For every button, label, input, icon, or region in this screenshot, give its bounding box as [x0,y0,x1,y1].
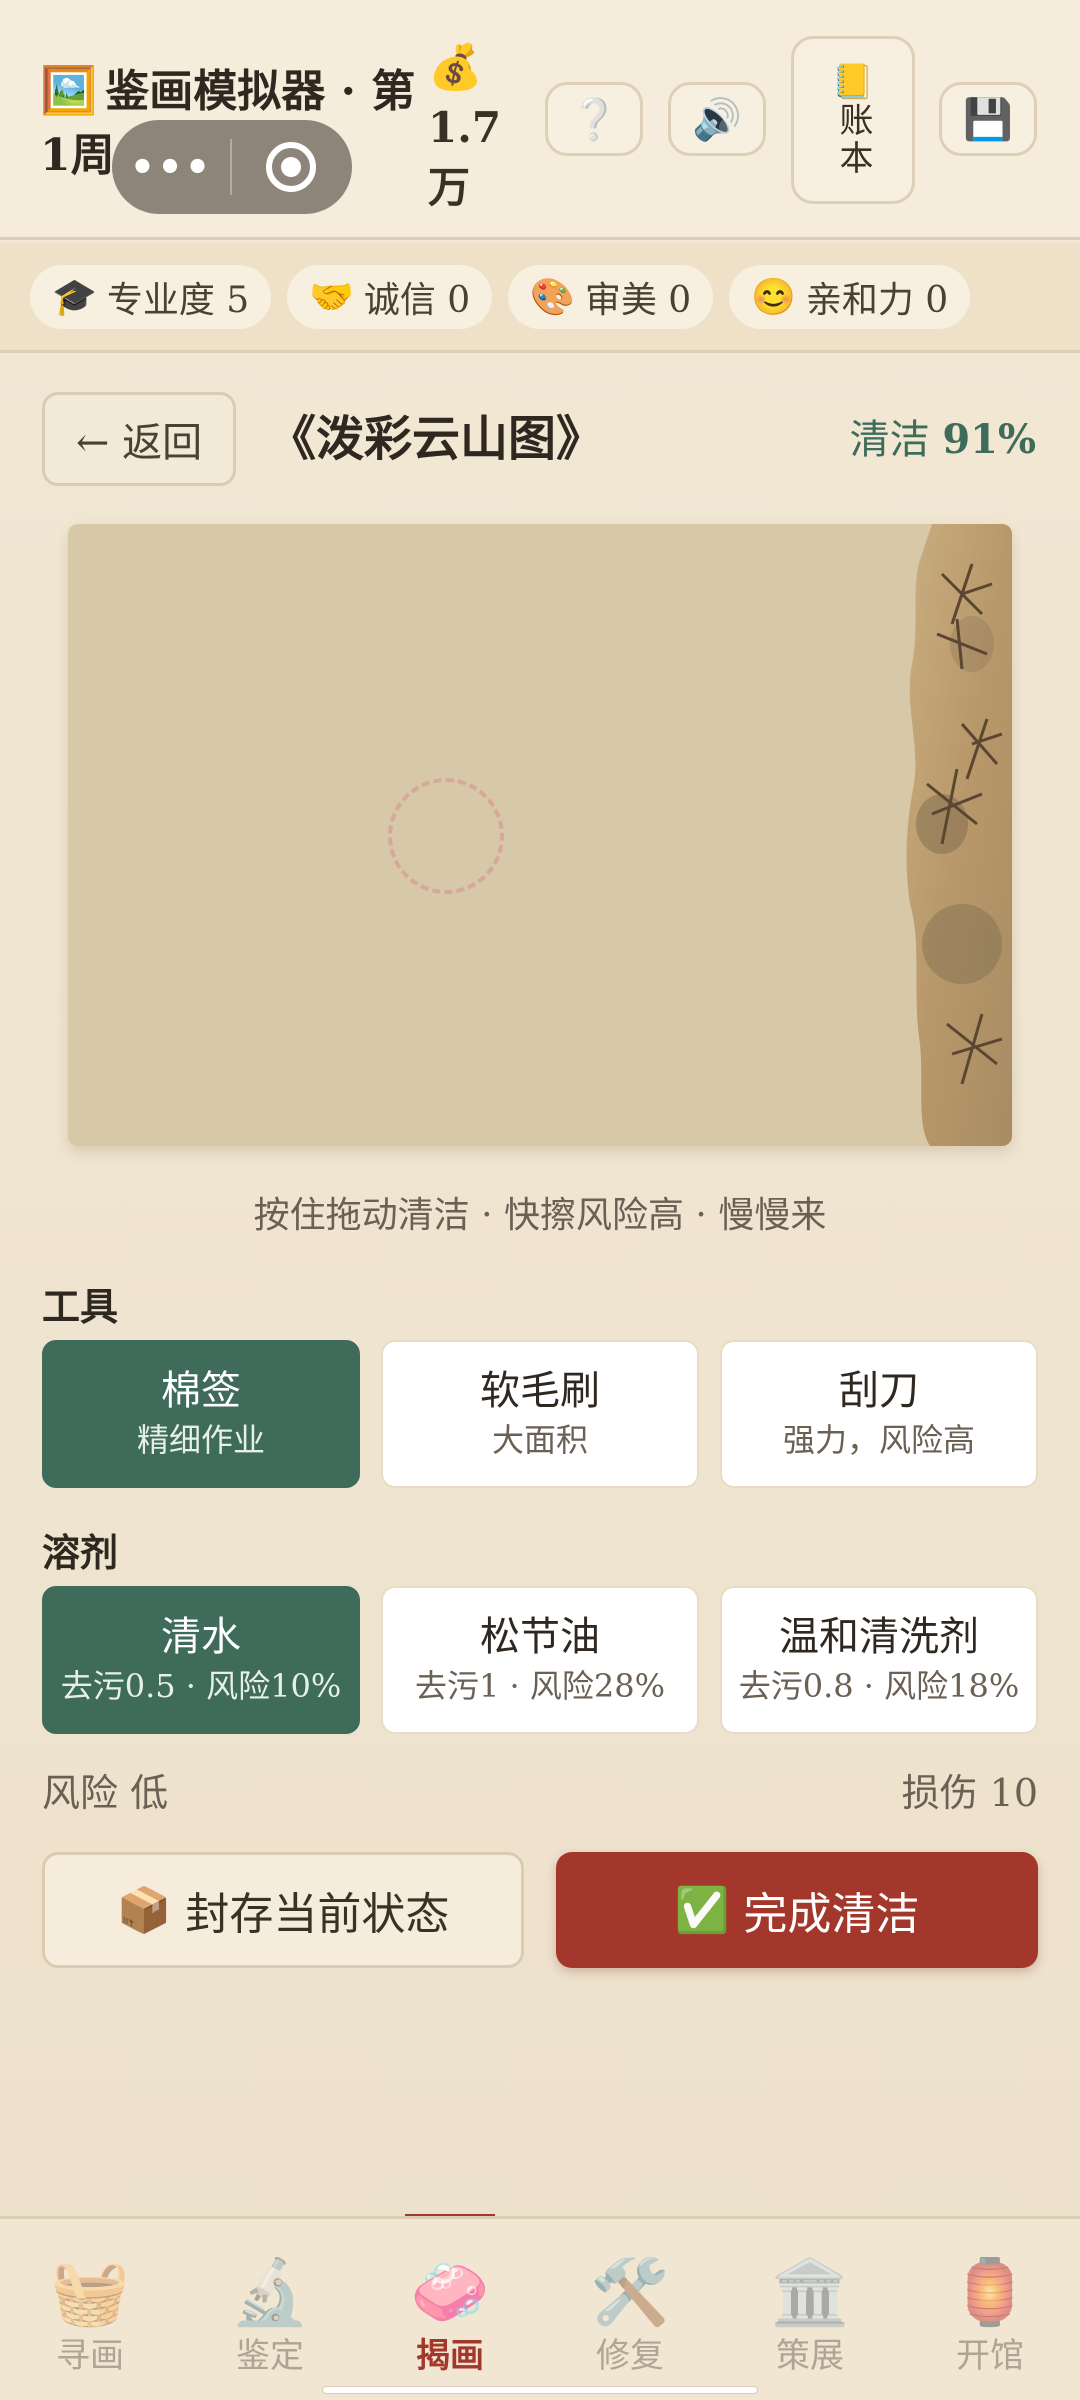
nav-tab-open[interactable]: 🏮 开馆 [900,2255,1080,2381]
finish-label: 完成清洁 [743,1889,920,1940]
floppy-disk-icon: 💾 [963,96,1013,143]
more-menu-button[interactable]: ••• [112,144,230,191]
nav-tab-label: 揭画 [416,2336,484,2376]
tool-option-cotton-swab[interactable]: 棉签 精细作业 [42,1340,360,1488]
coin-amount: 1.7万 [428,103,502,212]
dirt-stain-area [906,524,1012,1146]
nav-tab-label: 鉴定 [236,2336,304,2376]
stat-label: 亲和力 0 [805,280,949,321]
solvent-name: 清水 [161,1614,241,1660]
tools-icon: 🛠️ [590,2256,670,2330]
back-button[interactable]: ← 返回 [42,392,236,486]
solvent-option-water[interactable]: 清水 去污0.5 · 风险10% [42,1586,360,1734]
clean-label: 清洁 [849,417,930,463]
handshake-icon: 🤝 [309,277,354,318]
nav-tab-reveal[interactable]: 🧼 揭画 [360,2255,540,2381]
ledger-button[interactable]: 📒 账本 [791,36,915,204]
package-icon: 📦 [116,1885,172,1936]
nav-tab-appraise[interactable]: 🔬 鉴定 [180,2255,360,2381]
solvent-name: 温和清洗剂 [779,1614,979,1660]
mini-program-capsule: ••• [112,120,352,214]
sound-button[interactable]: 🔊 [668,82,766,156]
museum-icon: 🏛️ [770,2256,850,2330]
stat-label: 审美 0 [584,280,692,321]
smile-icon: 😊 [751,277,796,318]
tool-name: 棉签 [161,1368,241,1414]
tool-desc: 大面积 [491,1421,588,1459]
brush-cursor [388,778,504,894]
tool-desc: 强力，风险高 [782,1421,975,1459]
tool-name: 刮刀 [839,1368,919,1414]
graduation-cap-icon: 🎓 [52,277,97,318]
clean-value: 91% [942,416,1036,463]
damage-value: 损伤 10 [901,1771,1038,1815]
finish-cleaning-button[interactable]: ✅ 完成清洁 [556,1852,1038,1968]
soap-icon: 🧼 [410,2256,490,2330]
stats-bar: 🎓 专业度 5 🤝 诚信 0 🎨 审美 0 😊 亲和力 0 [0,243,1080,353]
tool-option-scraper[interactable]: 刮刀 强力，风险高 [720,1340,1038,1488]
close-mini-program-button[interactable] [232,142,350,192]
solvent-desc: 去污0.8 · 风险18% [738,1667,1020,1705]
solvent-option-mild-cleaner[interactable]: 温和清洗剂 去污0.8 · 风险18% [720,1586,1038,1734]
solvent-desc: 去污1 · 风险28% [414,1667,665,1705]
tools-section-label: 工具 [42,1284,119,1329]
stat-label: 诚信 0 [363,280,471,321]
solvent-desc: 去污0.5 · 风险10% [60,1667,342,1705]
check-mark-icon: ✅ [674,1885,730,1936]
tool-option-soft-brush[interactable]: 软毛刷 大面积 [381,1340,699,1488]
risk-level: 风险 低 [42,1771,169,1815]
home-indicator [322,2386,758,2394]
cleaning-canvas[interactable] [68,524,1012,1146]
solvents-section-label: 溶剂 [42,1530,119,1575]
page: 🖼️ 鉴画模拟器 · 第1周 💰 1.7万 ❔ 🔊 📒 账本 💾 ••• 🎓 专… [0,0,1080,2400]
save-button[interactable]: 💾 [939,82,1037,156]
clean-percentage: 清洁 91% [850,410,1036,470]
bottom-nav: 🧺 寻画 🔬 鉴定 🧼 揭画 🛠️ 修复 🏛️ 策展 🏮 开馆 [0,2216,1080,2400]
stat-chip-affinity: 😊 亲和力 0 [729,265,971,329]
stat-chip-aesthetics: 🎨 审美 0 [508,265,714,329]
solvent-name: 松节油 [480,1614,600,1660]
nav-tab-label: 寻画 [56,2336,124,2376]
nav-tab-find[interactable]: 🧺 寻画 [0,2255,180,2381]
ledger-label: 账本 [833,102,873,178]
nav-tab-label: 开馆 [956,2336,1024,2376]
stat-chip-expertise: 🎓 专业度 5 [30,265,272,329]
nav-tab-curate[interactable]: 🏛️ 策展 [720,2255,900,2381]
palette-icon: 🎨 [530,277,575,318]
money-bag-icon: 💰 [428,42,483,93]
help-button[interactable]: ❔ [545,82,643,156]
archive-label: 封存当前状态 [185,1889,450,1940]
ledger-icon: 📒 [831,62,875,102]
stat-label: 专业度 5 [106,280,250,321]
question-icon: ❔ [569,96,619,143]
solvent-option-turpentine[interactable]: 松节油 去污1 · 风险28% [381,1586,699,1734]
stat-chip-integrity: 🤝 诚信 0 [287,265,493,329]
nav-tab-label: 修复 [596,2336,664,2376]
tool-desc: 精细作业 [136,1421,265,1459]
lantern-icon: 🏮 [950,2256,1030,2330]
basket-icon: 🧺 [50,2256,130,2330]
microscope-icon: 🔬 [230,2256,310,2330]
top-header: 🖼️ 鉴画模拟器 · 第1周 💰 1.7万 ❔ 🔊 📒 账本 💾 ••• [0,0,1080,240]
coin-balance: 💰 1.7万 [428,38,508,218]
nav-tab-label: 策展 [776,2336,844,2376]
target-icon [266,142,316,192]
nav-tab-repair[interactable]: 🛠️ 修复 [540,2255,720,2381]
archive-state-button[interactable]: 📦 封存当前状态 [42,1852,524,1968]
painting-title: 《泼彩云山图》 [268,411,605,467]
cleaning-hint: 按住拖动清洁 · 快擦风险高 · 慢慢来 [253,1195,827,1236]
picture-frame-icon: 🖼️ [40,63,98,117]
speaker-icon: 🔊 [692,96,742,143]
tool-name: 软毛刷 [480,1368,600,1414]
